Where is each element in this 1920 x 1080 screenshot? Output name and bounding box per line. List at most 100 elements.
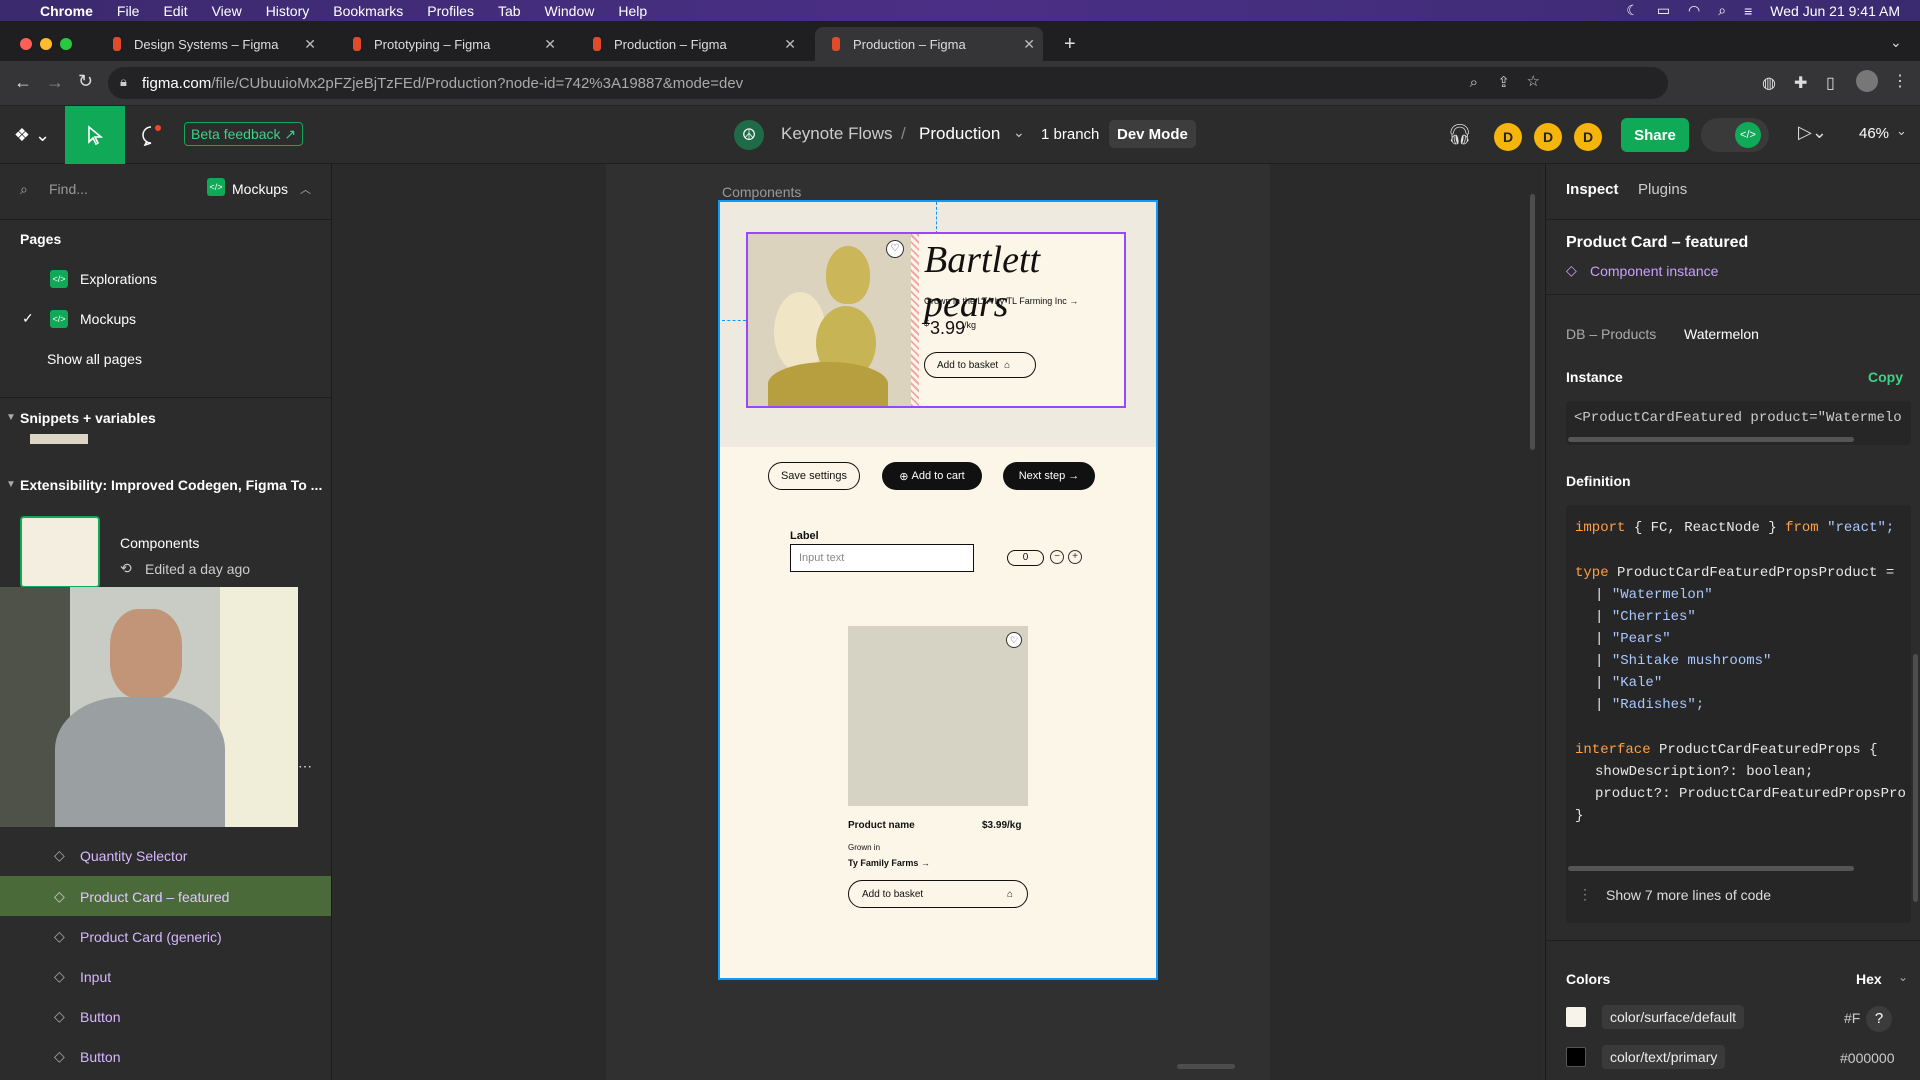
profile-avatar[interactable] (1856, 70, 1878, 92)
layer-button[interactable]: Button (80, 1009, 120, 1025)
tab-inspect[interactable]: Inspect (1566, 181, 1619, 198)
vertical-scrollbar[interactable] (1530, 194, 1535, 450)
new-tab-button[interactable]: + (1064, 33, 1076, 56)
text-input[interactable]: Input text (790, 544, 974, 572)
add-to-cart-button[interactable]: ⊕ Add to cart (882, 462, 982, 490)
share-button[interactable]: Share (1621, 118, 1689, 152)
chevron-down-icon[interactable]: ⌄ (1013, 124, 1025, 141)
layer-search-input[interactable]: Find... (49, 181, 88, 197)
wifi-icon[interactable]: ◠ (1688, 2, 1700, 19)
minimize-window-button[interactable] (40, 38, 52, 50)
dev-mode-toggle[interactable]: </> (1701, 118, 1769, 152)
zoom-level[interactable]: 46% (1859, 125, 1889, 142)
menu-edit[interactable]: Edit (163, 3, 187, 19)
menu-profiles[interactable]: Profiles (427, 3, 474, 19)
page-selector[interactable]: Mockups (232, 181, 288, 197)
snippet-thumbnail[interactable] (30, 434, 88, 444)
extension-icon[interactable]: ◍ (1762, 73, 1776, 93)
close-icon[interactable]: ✕ (784, 36, 796, 53)
color-hex[interactable]: #000000 (1840, 1050, 1895, 1066)
more-icon[interactable]: ⋯ (298, 758, 312, 775)
bookmark-star-icon[interactable]: ☆ (1527, 72, 1540, 90)
menu-app-name[interactable]: Chrome (40, 3, 93, 19)
sidebar-icon[interactable]: ▯ (1826, 73, 1835, 93)
page-item-explorations[interactable]: Explorations (80, 271, 157, 287)
tab-design-systems[interactable]: Design Systems – Figma ✕ (96, 27, 324, 61)
show-all-pages[interactable]: Show all pages (47, 351, 142, 367)
collapse-triangle-icon[interactable]: ▼ (6, 479, 16, 490)
search-icon[interactable]: ⌕ (1718, 2, 1726, 19)
beta-feedback-button[interactable]: Beta feedback ↗ (184, 122, 304, 146)
save-settings-button[interactable]: Save settings (768, 462, 860, 490)
tab-production-active[interactable]: Production – Figma ✕ (815, 27, 1043, 61)
menu-bookmarks[interactable]: Bookmarks (333, 3, 403, 19)
file-project[interactable]: Keynote Flows (781, 124, 893, 144)
forward-arrow-icon[interactable]: → (46, 72, 64, 93)
move-tool-button[interactable] (65, 106, 125, 164)
help-button[interactable]: ? (1866, 1006, 1892, 1032)
headphones-icon[interactable]: 🎧︎ (1447, 122, 1472, 147)
menu-window[interactable]: Window (545, 3, 595, 19)
heart-icon[interactable]: ♡ (886, 240, 904, 258)
chevron-down-icon[interactable]: ⌄ (1898, 970, 1908, 984)
heart-icon[interactable]: ♡ (1006, 632, 1022, 648)
close-window-button[interactable] (20, 38, 32, 50)
component-instance-link[interactable]: Component instance (1590, 263, 1718, 279)
menu-help[interactable]: Help (618, 3, 647, 19)
share-icon[interactable]: ⇪ (1497, 73, 1510, 91)
plus-icon[interactable]: + (1068, 550, 1082, 564)
components-frame[interactable]: ♡ Bartlett pears Grown in the LTA by TL … (718, 200, 1158, 980)
menu-view[interactable]: View (212, 3, 242, 19)
branch-count[interactable]: 1 branch (1041, 126, 1099, 143)
quantity-value[interactable]: 0 (1007, 550, 1044, 566)
layer-button[interactable]: Button (80, 1049, 120, 1065)
moon-icon[interactable]: ☾ (1626, 2, 1639, 19)
color-token-name[interactable]: color/text/primary (1602, 1045, 1726, 1069)
minus-icon[interactable]: − (1050, 550, 1064, 564)
components-title[interactable]: Components (120, 535, 199, 551)
farm-link[interactable]: Ty Family Farms → (848, 858, 930, 868)
close-icon[interactable]: ✕ (1023, 36, 1035, 53)
kebab-menu-icon[interactable]: ⋮ (1892, 71, 1908, 91)
back-arrow-icon[interactable]: ← (14, 72, 32, 93)
url-field[interactable]: 🔒︎ figma.com/file/CUbuuioMx2pFZjeBjTzFEd… (108, 67, 1668, 99)
chevron-down-icon[interactable]: ⌄ (1896, 123, 1907, 139)
tab-production[interactable]: Production – Figma ✕ (576, 27, 804, 61)
battery-icon[interactable]: ▭ (1657, 2, 1670, 19)
panel-scrollbar[interactable] (1913, 654, 1918, 902)
layer-product-card-featured[interactable]: Product Card – featured (80, 889, 229, 905)
featured-grown-link[interactable]: Grown in the LTA by TL Farming Inc → (924, 296, 1078, 306)
page-item-mockups[interactable]: Mockups (80, 311, 136, 327)
frame-label[interactable]: Components (722, 184, 801, 200)
menu-history[interactable]: History (266, 3, 310, 19)
close-icon[interactable]: ✕ (304, 36, 316, 53)
menu-file[interactable]: File (117, 3, 140, 19)
code-scrollbar[interactable] (1568, 866, 1854, 871)
code-scrollbar[interactable] (1568, 437, 1854, 442)
close-icon[interactable]: ✕ (544, 36, 556, 53)
avatar[interactable]: D (1494, 123, 1522, 151)
layer-product-card-generic[interactable]: Product Card (generic) (80, 929, 222, 945)
snippets-section[interactable]: Snippets + variables (20, 410, 156, 426)
layer-quantity-selector[interactable]: Quantity Selector (80, 848, 187, 864)
file-name[interactable]: Production (919, 124, 1000, 144)
definition-code-block[interactable]: import { FC, ReactNode } from "react"; t… (1566, 505, 1911, 923)
extensibility-section[interactable]: Extensibility: Improved Codegen, Figma T… (20, 477, 322, 493)
tab-prototyping[interactable]: Prototyping – Figma ✕ (336, 27, 564, 61)
instance-code-block[interactable]: <ProductCardFeatured product="Watermelo (1566, 401, 1911, 445)
collapse-triangle-icon[interactable]: ▼ (6, 412, 16, 423)
menu-tab[interactable]: Tab (498, 3, 521, 19)
color-hex[interactable]: #F (1844, 1010, 1860, 1026)
play-icon[interactable]: ▷⌄ (1798, 122, 1827, 143)
horizontal-scrollbar[interactable] (1177, 1064, 1235, 1069)
color-format-select[interactable]: Hex (1856, 971, 1882, 987)
reload-icon[interactable]: ↻ (78, 71, 93, 92)
property-value[interactable]: Watermelon (1684, 326, 1759, 342)
components-thumbnail[interactable] (20, 516, 100, 588)
generic-add-basket-button[interactable]: Add to basket ⌂ (848, 880, 1028, 908)
zoom-icon[interactable]: ⌕ (1470, 74, 1478, 91)
featured-add-basket-button[interactable]: Add to basket ⌂ (924, 352, 1036, 378)
avatar[interactable]: D (1574, 123, 1602, 151)
comment-icon[interactable] (136, 120, 166, 150)
chevron-up-icon[interactable]: ︿ (300, 181, 311, 197)
